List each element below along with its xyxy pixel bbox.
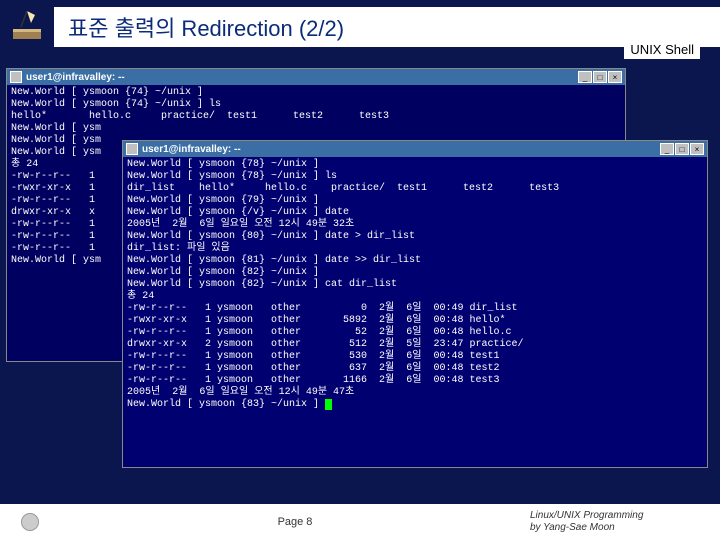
terminal-titlebar: user1@infravalley: -- _ □ ×: [123, 141, 707, 157]
terminal-titlebar: user1@infravalley: -- _ □ ×: [7, 69, 625, 85]
author-name: by Yang-Sae Moon: [530, 522, 712, 534]
terminal-title: user1@infravalley: --: [142, 144, 241, 155]
slide-title: 표준 출력의 Redirection (2/2): [68, 11, 344, 43]
cursor: [325, 399, 332, 410]
window-controls: _ □ ×: [578, 71, 622, 83]
title-bar: 표준 출력의 Redirection (2/2): [54, 7, 720, 47]
slide-footer: Page 8 Linux/UNIX Programming by Yang-Sa…: [0, 504, 720, 540]
footer-credits: Linux/UNIX Programming by Yang-Sae Moon: [530, 510, 720, 534]
terminal-icon: [10, 71, 22, 83]
page-number: Page 8: [60, 516, 530, 528]
university-seal-icon: [21, 513, 39, 531]
minimize-button[interactable]: _: [660, 143, 674, 155]
course-name: Linux/UNIX Programming: [530, 510, 712, 522]
footer-logo: [0, 513, 60, 531]
header-icon: [0, 0, 54, 50]
terminal-icon: [126, 143, 138, 155]
window-controls: _ □ ×: [660, 143, 704, 155]
slide-header: 표준 출력의 Redirection (2/2): [0, 0, 720, 50]
minimize-button[interactable]: _: [578, 71, 592, 83]
maximize-button[interactable]: □: [675, 143, 689, 155]
maximize-button[interactable]: □: [593, 71, 607, 83]
terminal-window-front: user1@infravalley: -- _ □ × New.World [ …: [122, 140, 708, 468]
close-button[interactable]: ×: [690, 143, 704, 155]
slide-subtitle: UNIX Shell: [624, 40, 700, 59]
terminal-title: user1@infravalley: --: [26, 72, 125, 83]
terminal-output: New.World [ ysmoon {78} ~/unix ] New.Wor…: [123, 157, 707, 467]
book-lamp-icon: [7, 5, 47, 45]
close-button[interactable]: ×: [608, 71, 622, 83]
